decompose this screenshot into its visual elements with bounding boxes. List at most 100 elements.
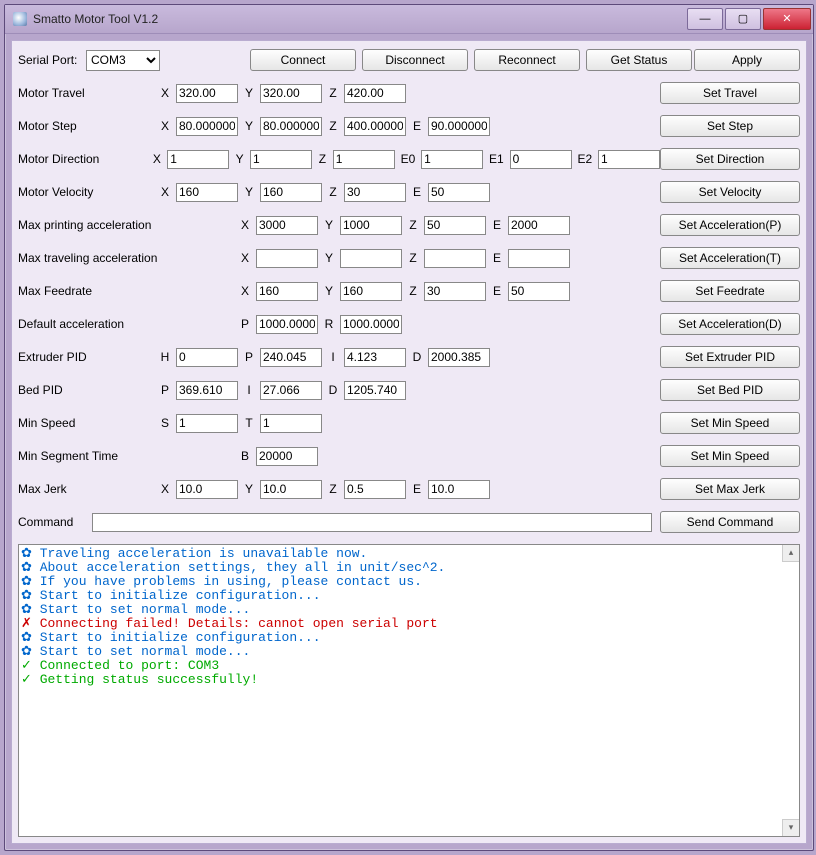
connect-button[interactable]: Connect: [250, 49, 356, 71]
accd-r[interactable]: [340, 315, 402, 334]
tag-y: Y: [229, 152, 250, 166]
tag-e2: E2: [572, 152, 598, 166]
apply-button[interactable]: Apply: [694, 49, 800, 71]
mspd-s[interactable]: [176, 414, 238, 433]
vel-y[interactable]: [260, 183, 322, 202]
set-accel-p-button[interactable]: Set Acceleration(P): [660, 214, 800, 236]
send-command-button[interactable]: Send Command: [660, 511, 800, 533]
vel-x[interactable]: [176, 183, 238, 202]
travel-z[interactable]: [344, 84, 406, 103]
titlebar[interactable]: Smatto Motor Tool V1.2 — ▢ ✕: [5, 5, 813, 34]
log-line: ✿ Start to initialize configuration...: [21, 589, 797, 603]
feed-e[interactable]: [508, 282, 570, 301]
set-direction-button[interactable]: Set Direction: [660, 148, 800, 170]
set-travel-button[interactable]: Set Travel: [660, 82, 800, 104]
set-feedrate-button[interactable]: Set Feedrate: [660, 280, 800, 302]
vel-e[interactable]: [428, 183, 490, 202]
jerk-e[interactable]: [428, 480, 490, 499]
epid-d[interactable]: [428, 348, 490, 367]
serial-row: Serial Port: COM3 Connect Disconnect Rec…: [18, 47, 800, 73]
set-accel-t-button[interactable]: Set Acceleration(T): [660, 247, 800, 269]
tag-y: Y: [318, 284, 340, 298]
tag-x: X: [154, 86, 176, 100]
epid-i[interactable]: [344, 348, 406, 367]
dir-x[interactable]: [167, 150, 229, 169]
epid-h[interactable]: [176, 348, 238, 367]
scroll-down-icon[interactable]: ▾: [782, 819, 799, 836]
acct-x[interactable]: [256, 249, 318, 268]
bpid-i[interactable]: [260, 381, 322, 400]
set-step-button[interactable]: Set Step: [660, 115, 800, 137]
get-status-button[interactable]: Get Status: [586, 49, 692, 71]
dir-e2[interactable]: [598, 150, 660, 169]
command-input[interactable]: [92, 513, 652, 532]
travel-y[interactable]: [260, 84, 322, 103]
accp-e[interactable]: [508, 216, 570, 235]
set-bed-pid-button[interactable]: Set Bed PID: [660, 379, 800, 401]
motor-travel-label: Motor Travel: [18, 86, 150, 100]
disconnect-button[interactable]: Disconnect: [362, 49, 468, 71]
set-min-segment-button[interactable]: Set Min Speed: [660, 445, 800, 467]
log-output[interactable]: ▴ ▾ ✿ Traveling acceleration is unavaila…: [18, 544, 800, 837]
serial-port-label: Serial Port:: [18, 53, 86, 67]
motor-direction-row: Motor Direction X Y Z E0 E1 E2 Set Direc…: [18, 146, 800, 172]
tag-x: X: [234, 284, 256, 298]
reconnect-button[interactable]: Reconnect: [474, 49, 580, 71]
bpid-p[interactable]: [176, 381, 238, 400]
tag-x: X: [154, 185, 176, 199]
accp-x[interactable]: [256, 216, 318, 235]
step-y[interactable]: [260, 117, 322, 136]
mspd-t[interactable]: [260, 414, 322, 433]
set-velocity-button[interactable]: Set Velocity: [660, 181, 800, 203]
motor-step-row: Motor Step X Y Z E Set Step: [18, 113, 800, 139]
motor-velocity-label: Motor Velocity: [18, 185, 150, 199]
tag-e: E: [486, 251, 508, 265]
accp-y[interactable]: [340, 216, 402, 235]
mseg-b[interactable]: [256, 447, 318, 466]
jerk-x[interactable]: [176, 480, 238, 499]
dir-e1[interactable]: [510, 150, 572, 169]
step-e[interactable]: [428, 117, 490, 136]
accd-p[interactable]: [256, 315, 318, 334]
log-line: ✿ Start to set normal mode...: [21, 645, 797, 659]
close-button[interactable]: ✕: [763, 8, 811, 30]
jerk-z[interactable]: [344, 480, 406, 499]
app-icon: [13, 12, 27, 26]
extruder-pid-row: Extruder PID H P I D Set Extruder PID: [18, 344, 800, 370]
scroll-up-icon[interactable]: ▴: [782, 545, 799, 562]
dir-y[interactable]: [250, 150, 312, 169]
epid-p[interactable]: [260, 348, 322, 367]
tag-d: D: [322, 383, 344, 397]
acct-z[interactable]: [424, 249, 486, 268]
maximize-button[interactable]: ▢: [725, 8, 761, 30]
command-label: Command: [18, 515, 92, 529]
set-accel-d-button[interactable]: Set Acceleration(D): [660, 313, 800, 335]
accp-z[interactable]: [424, 216, 486, 235]
minimize-button[interactable]: —: [687, 8, 723, 30]
step-z[interactable]: [344, 117, 406, 136]
acct-y[interactable]: [340, 249, 402, 268]
motor-velocity-row: Motor Velocity X Y Z E Set Velocity: [18, 179, 800, 205]
tag-e: E: [486, 218, 508, 232]
jerk-y[interactable]: [260, 480, 322, 499]
feed-z[interactable]: [424, 282, 486, 301]
tag-z: Z: [322, 482, 344, 496]
acct-e[interactable]: [508, 249, 570, 268]
tag-e: E: [406, 119, 428, 133]
dir-z[interactable]: [333, 150, 395, 169]
feed-x[interactable]: [256, 282, 318, 301]
tag-z: Z: [402, 284, 424, 298]
tag-x: X: [147, 152, 168, 166]
set-extruder-pid-button[interactable]: Set Extruder PID: [660, 346, 800, 368]
step-x[interactable]: [176, 117, 238, 136]
dir-e0[interactable]: [421, 150, 483, 169]
tag-e0: E0: [395, 152, 421, 166]
bpid-d[interactable]: [344, 381, 406, 400]
travel-x[interactable]: [176, 84, 238, 103]
set-min-speed-button[interactable]: Set Min Speed: [660, 412, 800, 434]
vel-z[interactable]: [344, 183, 406, 202]
tag-z: Z: [402, 251, 424, 265]
set-max-jerk-button[interactable]: Set Max Jerk: [660, 478, 800, 500]
serial-port-select[interactable]: COM3: [86, 50, 160, 71]
feed-y[interactable]: [340, 282, 402, 301]
